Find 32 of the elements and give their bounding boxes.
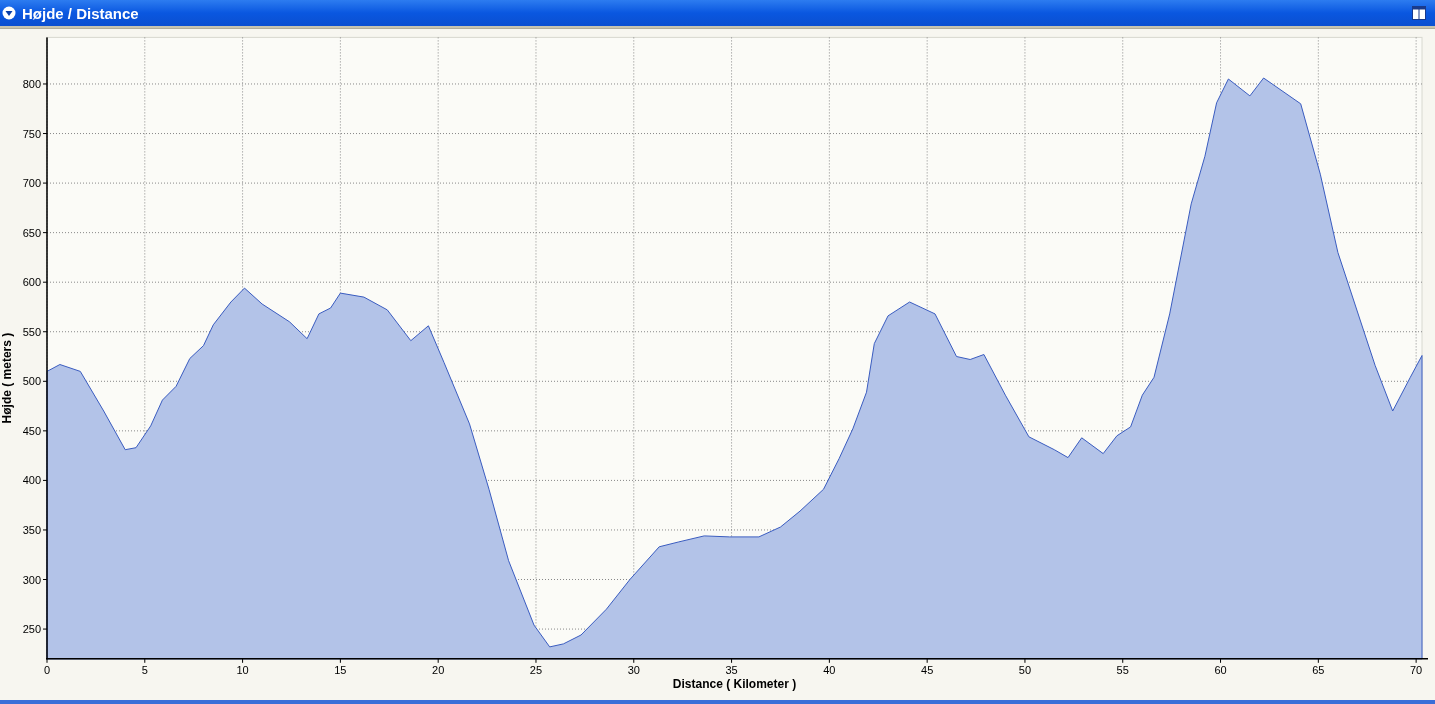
split-pane-icon[interactable] [1412,6,1426,20]
y-tick-label: 550 [22,325,41,338]
y-tick-label: 300 [22,573,41,586]
x-tick-label: 60 [1214,663,1227,676]
y-tick-label: 500 [22,375,41,388]
x-tick-label: 30 [627,663,640,676]
y-tick-label: 800 [22,78,41,90]
window-title: Højde / Distance [22,4,139,22]
y-tick-label: 250 [22,623,41,636]
x-tick-label: 15 [334,663,347,676]
y-tick-label: 350 [22,523,41,536]
collapse-icon[interactable] [2,6,16,20]
y-axis-title: Højde ( meters ) [0,332,14,424]
x-tick-label: 10 [236,663,249,676]
x-tick-label: 40 [823,663,836,676]
x-tick-label: 35 [725,663,738,676]
y-tick-label: 600 [22,276,41,289]
x-axis-title: Distance ( Kilometer ) [672,676,797,691]
x-tick-label: 0 [43,663,51,676]
y-tick-label: 400 [22,474,41,487]
y-tick-label: 700 [22,177,41,190]
x-tick-label: 20 [432,663,445,676]
x-tick-label: 5 [141,663,148,676]
y-tick-label: 450 [22,424,41,437]
x-tick-label: 70 [1410,663,1423,676]
x-tick-label: 65 [1312,663,1325,676]
x-tick-label: 25 [529,663,543,676]
x-tick-label: 50 [1018,663,1032,676]
y-tick-label: 750 [22,127,41,140]
x-tick-label: 55 [1116,663,1129,676]
x-tick-label: 45 [921,663,934,676]
y-tick-label: 650 [22,226,41,239]
